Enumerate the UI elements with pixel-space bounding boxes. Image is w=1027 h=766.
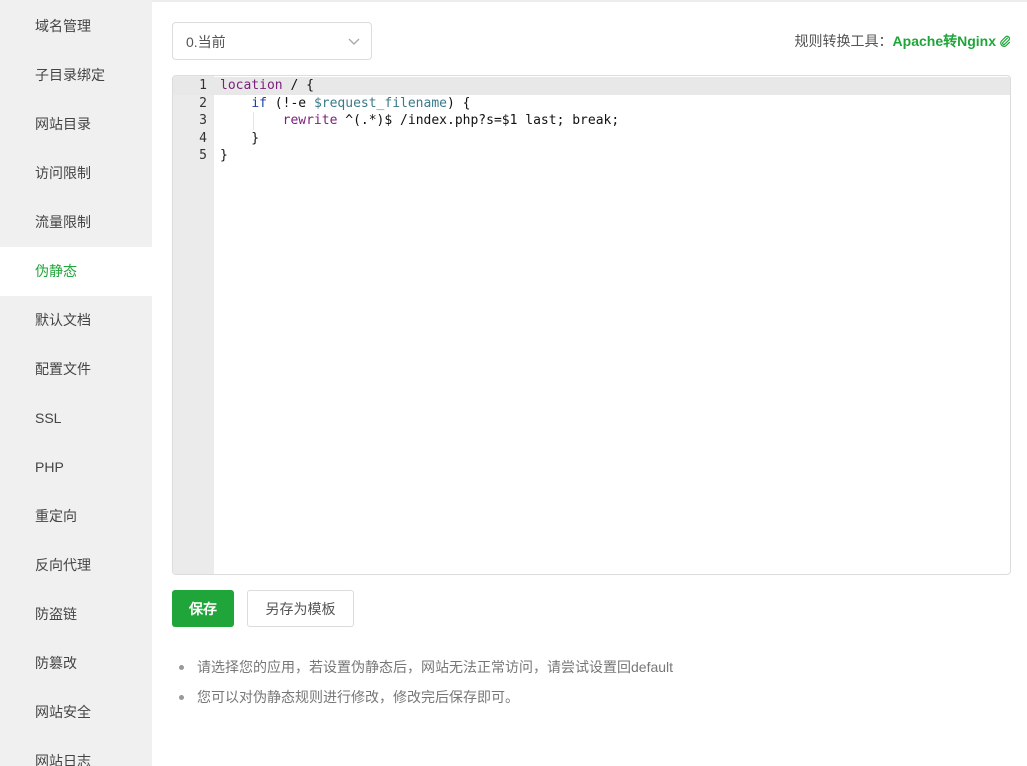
code-text: } xyxy=(220,130,260,146)
line-number: 5 xyxy=(199,148,207,163)
line-number: 1 xyxy=(199,78,207,93)
code-text: if (!-e $request_filename) { xyxy=(251,95,471,111)
bullet-icon xyxy=(179,665,184,670)
sidebar-item-label: 重定向 xyxy=(35,508,77,524)
sidebar-item-label: 子目录绑定 xyxy=(35,67,105,83)
sidebar-item-label: SSL xyxy=(35,410,62,426)
sidebar: 域名管理 子目录绑定 网站目录 访问限制 流量限制 伪静态 默认文档 配置文件 … xyxy=(0,0,152,766)
sidebar-item-label: 网站目录 xyxy=(35,116,91,132)
sidebar-item-site-directory[interactable]: 网站目录 xyxy=(0,100,152,149)
editor-lines: 1 location / { 2 if (!-e $request_filena… xyxy=(173,77,1010,165)
tip-text: 您可以对伪静态规则进行修改，修改完后保存即可。 xyxy=(197,689,519,705)
rewrite-template-select[interactable]: 0.当前 xyxy=(172,22,372,60)
chevron-down-icon xyxy=(348,38,360,45)
save-button[interactable]: 保存 xyxy=(172,590,234,627)
rule-convert-tool: 规则转换工具：Apache转Nginx xyxy=(795,31,1011,51)
code-line: 2 if (!-e $request_filename) { xyxy=(173,95,1010,113)
tips-list: 请选择您的应用，若设置伪静态后，网站无法正常访问，请尝试设置回default 您… xyxy=(179,655,673,715)
sidebar-item-site-log[interactable]: 网站日志 xyxy=(0,737,152,766)
sidebar-item-config-file[interactable]: 配置文件 xyxy=(0,345,152,394)
code-text: } xyxy=(220,148,228,163)
line-number: 4 xyxy=(199,130,207,146)
code-line: 4 } xyxy=(173,130,1010,148)
code-line: 1 location / { xyxy=(173,77,1010,95)
tip-text: 请选择您的应用，若设置伪静态后，网站无法正常访问，请尝试设置回default xyxy=(197,659,674,675)
paperclip-icon[interactable] xyxy=(999,35,1011,47)
sidebar-item-label: PHP xyxy=(35,459,64,475)
rewrite-template-value: 0.当前 xyxy=(186,34,226,50)
sidebar-item-label: 域名管理 xyxy=(35,18,91,34)
sidebar-item-rewrite[interactable]: 伪静态 xyxy=(0,247,152,296)
line-number: 2 xyxy=(199,95,207,111)
sidebar-item-domain[interactable]: 域名管理 xyxy=(0,2,152,51)
bullet-icon xyxy=(179,695,184,700)
sidebar-item-ssl[interactable]: SSL xyxy=(0,394,152,443)
apache-to-nginx-link[interactable]: Apache转Nginx xyxy=(893,33,996,49)
sidebar-item-label: 防篡改 xyxy=(35,655,77,671)
code-text: location / { xyxy=(220,78,314,93)
sidebar-item-label: 默认文档 xyxy=(35,312,91,328)
sidebar-item-label: 网站日志 xyxy=(35,753,91,766)
sidebar-item-label: 配置文件 xyxy=(35,361,91,377)
sidebar-item-traffic-limit[interactable]: 流量限制 xyxy=(0,198,152,247)
sidebar-item-label: 防盗链 xyxy=(35,606,77,622)
sidebar-item-php[interactable]: PHP xyxy=(0,443,152,492)
code-line: 3 rewrite ^(.*)$ /index.php?s=$1 last; b… xyxy=(173,112,1010,130)
rule-convert-label: 规则转换工具： xyxy=(794,33,893,49)
sidebar-item-tamper-proof[interactable]: 防篡改 xyxy=(0,639,152,688)
sidebar-item-label: 伪静态 xyxy=(35,263,77,279)
sidebar-item-label: 访问限制 xyxy=(35,165,91,181)
sidebar-item-site-security[interactable]: 网站安全 xyxy=(0,688,152,737)
line-number: 3 xyxy=(199,113,207,128)
sidebar-item-reverse-proxy[interactable]: 反向代理 xyxy=(0,541,152,590)
code-text: rewrite ^(.*)$ /index.php?s=$1 last; bre… xyxy=(282,113,620,128)
code-editor[interactable]: 1 location / { 2 if (!-e $request_filena… xyxy=(172,75,1011,575)
sidebar-item-subdir-binding[interactable]: 子目录绑定 xyxy=(0,51,152,100)
tip-item: 您可以对伪静态规则进行修改，修改完后保存即可。 xyxy=(179,685,673,715)
tip-item: 请选择您的应用，若设置伪静态后，网站无法正常访问，请尝试设置回default xyxy=(179,655,673,685)
sidebar-item-label: 流量限制 xyxy=(35,214,91,230)
sidebar-item-label: 网站安全 xyxy=(35,704,91,720)
code-line: 5 } xyxy=(173,147,1010,165)
sidebar-item-access-limit[interactable]: 访问限制 xyxy=(0,149,152,198)
sidebar-item-redirect[interactable]: 重定向 xyxy=(0,492,152,541)
sidebar-item-hotlink[interactable]: 防盗链 xyxy=(0,590,152,639)
sidebar-item-label: 反向代理 xyxy=(35,557,91,573)
sidebar-item-default-doc[interactable]: 默认文档 xyxy=(0,296,152,345)
top-divider xyxy=(152,0,1027,2)
save-as-template-button[interactable]: 另存为模板 xyxy=(247,590,354,627)
